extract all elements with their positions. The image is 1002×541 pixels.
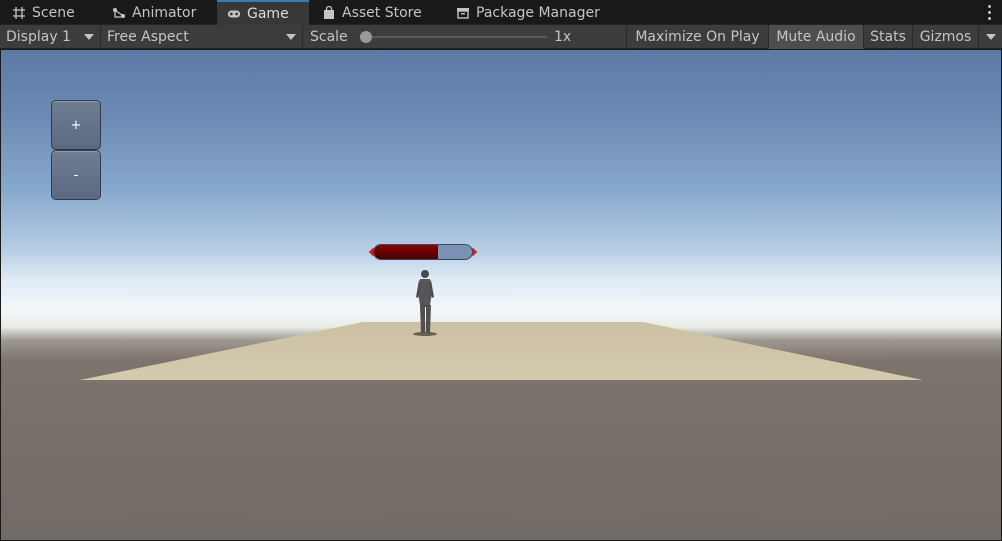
game-view-toolbar: Display 1 Free Aspect Scale 1x Maximize … xyxy=(0,25,1002,49)
tab-game-label: Game xyxy=(247,5,289,22)
scale-slider-track[interactable] xyxy=(363,36,547,38)
animator-icon xyxy=(113,7,125,18)
tab-scene[interactable]: Scene xyxy=(2,0,85,25)
tab-animator[interactable]: Animator xyxy=(102,0,206,25)
tab-game[interactable]: Game xyxy=(217,0,309,25)
gamepad-icon xyxy=(227,10,241,17)
tab-asset-store-label: Asset Store xyxy=(342,4,422,21)
tab-asset-store[interactable]: Asset Store xyxy=(312,0,432,25)
chevron-down-icon xyxy=(84,34,94,40)
maximize-on-play-button[interactable]: Maximize On Play xyxy=(626,25,768,49)
grid-icon xyxy=(13,6,25,19)
chevron-down-icon xyxy=(985,34,996,40)
ground-plane xyxy=(80,322,923,380)
scale-slider-handle[interactable] xyxy=(360,31,372,43)
gizmos-dropdown[interactable] xyxy=(978,25,1002,49)
game-viewport[interactable]: + - xyxy=(1,50,1001,540)
mute-audio-button[interactable]: Mute Audio xyxy=(768,25,863,49)
player-character xyxy=(413,270,437,336)
scale-value: 1x xyxy=(554,29,572,45)
window-tab-bar: Scene Animator Game Asset Store Package … xyxy=(0,0,1002,25)
scale-label: Scale xyxy=(310,29,348,45)
aspect-dropdown-label: Free Aspect xyxy=(107,29,189,45)
zoom-in-button[interactable]: + xyxy=(51,100,101,150)
tab-animator-label: Animator xyxy=(132,4,197,21)
tab-package-manager[interactable]: Package Manager xyxy=(446,0,610,25)
display-dropdown-label: Display 1 xyxy=(6,29,71,45)
zoom-out-button[interactable]: - xyxy=(51,150,101,200)
more-options-icon[interactable] xyxy=(984,3,994,21)
chevron-down-icon xyxy=(286,34,296,40)
display-dropdown[interactable]: Display 1 xyxy=(0,25,101,49)
shopping-bag-icon xyxy=(324,5,334,19)
tab-scene-label: Scene xyxy=(32,4,75,21)
aspect-dropdown[interactable]: Free Aspect xyxy=(101,25,303,49)
health-bar-fill xyxy=(374,245,438,259)
gizmos-button[interactable]: Gizmos xyxy=(912,25,978,49)
stats-button[interactable]: Stats xyxy=(863,25,912,49)
package-icon xyxy=(457,7,469,19)
health-bar xyxy=(373,244,473,260)
tab-package-manager-label: Package Manager xyxy=(476,4,600,21)
